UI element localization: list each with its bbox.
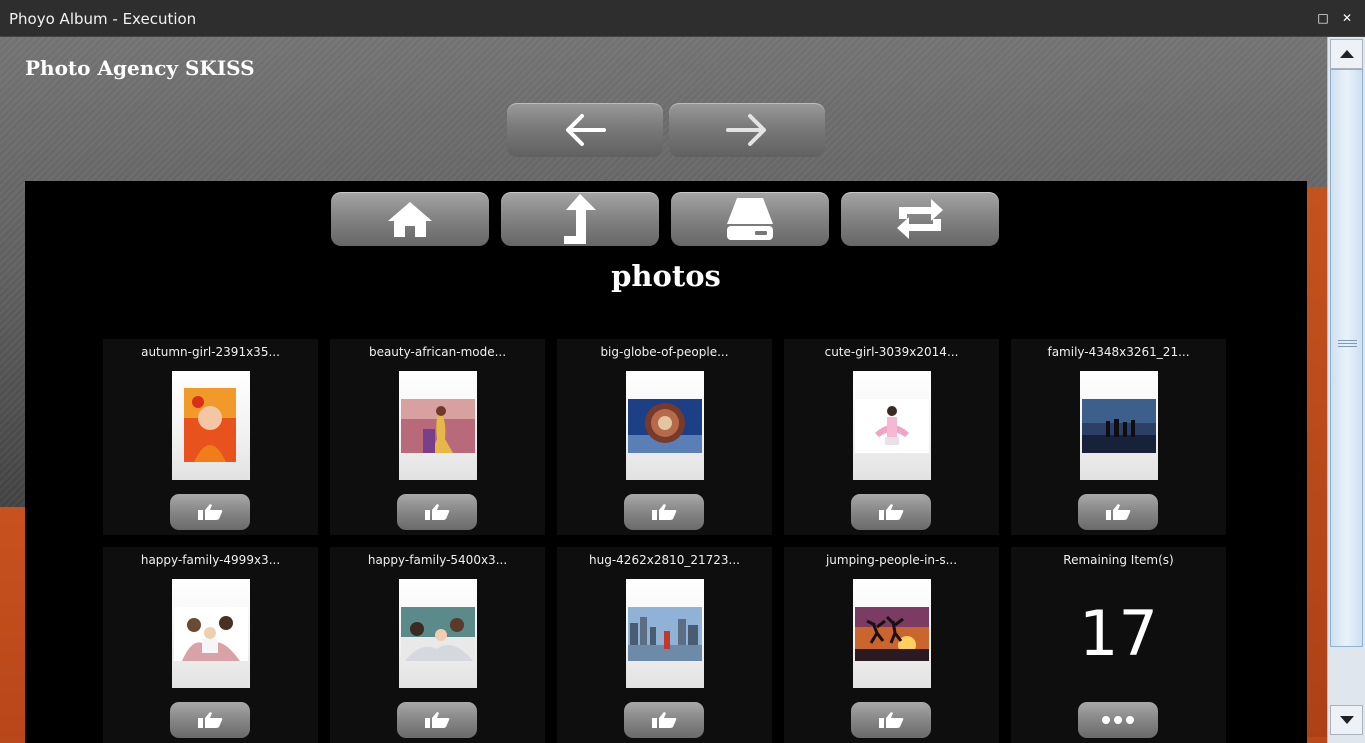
photo-name: beauty-african-mode... [368,345,507,359]
photo-image [855,399,929,453]
scroll-up-button[interactable] [1330,39,1363,69]
back-button[interactable] [507,103,663,157]
thumbs-up-icon [652,504,677,520]
drive-icon [727,198,773,240]
thumbs-up-icon [1106,504,1131,520]
thumbs-up-icon [198,504,223,520]
window-titlebar: Phoyo Album - Execution □ ✕ [0,0,1365,37]
like-button[interactable] [170,494,250,530]
remaining-count: 17 [1079,597,1158,670]
folder-title: photos [611,259,721,293]
sync-button[interactable] [841,192,999,246]
scrollbar-thumb[interactable] [1330,69,1363,647]
like-button[interactable] [397,494,477,530]
triangle-up-icon [1339,50,1354,58]
photo-name: happy-family-4999x3... [140,553,281,567]
thumbs-up-icon [425,504,450,520]
triangle-down-icon [1339,716,1354,724]
arrow-right-icon [726,114,766,146]
like-button[interactable] [851,494,931,530]
photo-name: hug-4262x2810_21723... [589,553,740,567]
grip-line [1338,346,1357,347]
photo-name: jumping-people-in-s... [825,553,958,567]
thumbs-up-icon [879,504,904,520]
like-button[interactable] [851,702,931,738]
like-button[interactable] [624,494,704,530]
photo-card: cute-girl-3039x2014... [784,339,999,535]
app-title: Photo Agency SKISS [25,56,255,80]
like-button[interactable] [170,702,250,738]
thumbs-up-icon [879,712,904,728]
thumbs-up-icon [198,712,223,728]
like-button[interactable] [397,702,477,738]
photo-name: happy-family-5400x3... [367,553,508,567]
photo-thumbnail[interactable] [1080,371,1158,480]
like-button[interactable] [1078,494,1158,530]
vertical-scrollbar[interactable] [1327,37,1365,743]
album-panel: photos autumn-girl-2391x35... beauty-afr… [25,181,1307,743]
photo-card: hug-4262x2810_21723... [557,547,772,743]
photo-thumbnail[interactable] [626,579,704,688]
close-icon[interactable]: ✕ [1341,12,1353,24]
drive-button[interactable] [671,192,829,246]
grip-line [1338,343,1357,344]
maximize-icon[interactable]: □ [1317,12,1329,24]
more-dots-icon [1102,716,1134,724]
photo-image [401,399,475,453]
photo-thumbnail[interactable] [853,579,931,688]
remaining-label: Remaining Item(s) [1063,553,1174,567]
thumbs-up-icon [652,712,677,728]
photo-name: cute-girl-3039x2014... [824,345,959,359]
photo-card: jumping-people-in-s... [784,547,999,743]
photo-card: happy-family-5400x3... [330,547,545,743]
photo-card: family-4348x3261_21... [1011,339,1226,535]
parent-folder-button[interactable] [501,192,659,246]
photo-card: autumn-girl-2391x35... [103,339,318,535]
photo-image [1082,399,1156,453]
sync-icon [897,199,943,239]
scroll-down-button[interactable] [1330,705,1363,735]
photo-thumbnail[interactable] [626,371,704,480]
photo-image [174,607,248,661]
grip-line [1338,340,1357,341]
photo-name: big-globe-of-people... [600,345,729,359]
parent-folder-icon [564,194,596,244]
photo-card: big-globe-of-people... [557,339,772,535]
photo-image [628,399,702,453]
photo-image [855,607,929,661]
thumbs-up-icon [425,712,450,728]
photo-image [628,607,702,661]
photo-image [184,388,236,462]
photo-thumbnail[interactable] [172,371,250,480]
photo-name: family-4348x3261_21... [1047,345,1190,359]
photo-name: autumn-girl-2391x35... [141,345,280,359]
app-content: Photo Agency SKISS photos autumn-girl-23… [0,37,1327,743]
forward-button[interactable] [669,103,825,157]
remaining-card: Remaining Item(s) 17 [1011,547,1226,743]
photo-card: happy-family-4999x3... [103,547,318,743]
home-icon [388,202,432,237]
photo-thumbnail[interactable] [172,579,250,688]
photo-thumbnail[interactable] [853,371,931,480]
like-button[interactable] [624,702,704,738]
photo-thumbnail[interactable] [399,579,477,688]
photo-card: beauty-african-mode... [330,339,545,535]
photo-image [401,607,475,661]
photo-thumbnail[interactable] [399,371,477,480]
window-title: Phoyo Album - Execution [9,10,197,28]
home-button[interactable] [331,192,489,246]
arrow-left-icon [566,114,606,146]
more-button[interactable] [1078,702,1158,738]
